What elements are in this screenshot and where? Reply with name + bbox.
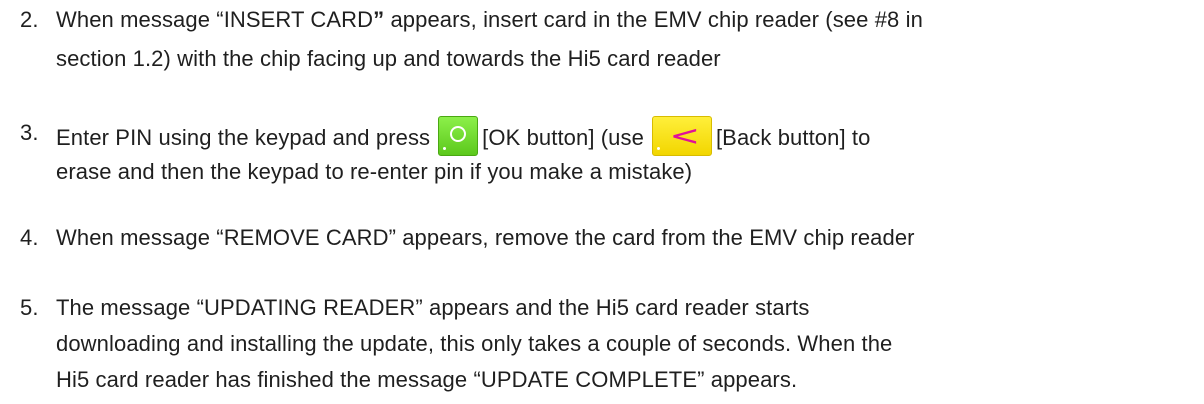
step-text-line: downloading and installing the update, t… (56, 331, 893, 356)
step-text-bold-quote: ” (373, 7, 385, 32)
chevron-left-icon: < (669, 119, 701, 152)
step-number: 5. (20, 295, 39, 320)
step-text-line: Enter PIN using the keypad and press [OK … (56, 116, 871, 156)
back-button-icon: < (651, 116, 712, 156)
dot-icon (443, 147, 447, 150)
step-number: 2. (20, 7, 39, 32)
ok-ring-icon (450, 126, 467, 142)
step-text-part: appears, insert card in the EMV chip rea… (384, 7, 923, 32)
step-text-line: Hi5 card reader has finished the message… (56, 367, 798, 392)
step-text-part: Enter PIN using the keypad and press (56, 124, 431, 150)
step-number: 4. (20, 225, 39, 250)
step-number: 3. (20, 120, 39, 145)
ok-button-icon (438, 116, 479, 156)
step-text-line: When message “INSERT CARD” appears, inse… (56, 6, 923, 34)
step-text-line: erase and then the keypad to re-enter pi… (56, 159, 693, 184)
step-text-part: [Back button] to (715, 124, 871, 150)
step-text-part: [OK button] (use (482, 124, 644, 150)
step-text-line: section 1.2) with the chip facing up and… (56, 46, 721, 71)
step-text-part: When message “INSERT CARD (56, 7, 374, 32)
step-text-line: The message “UPDATING READER” appears an… (56, 295, 810, 320)
dot-icon (656, 147, 660, 150)
step-text-line: When message “REMOVE CARD” appears, remo… (56, 225, 915, 250)
